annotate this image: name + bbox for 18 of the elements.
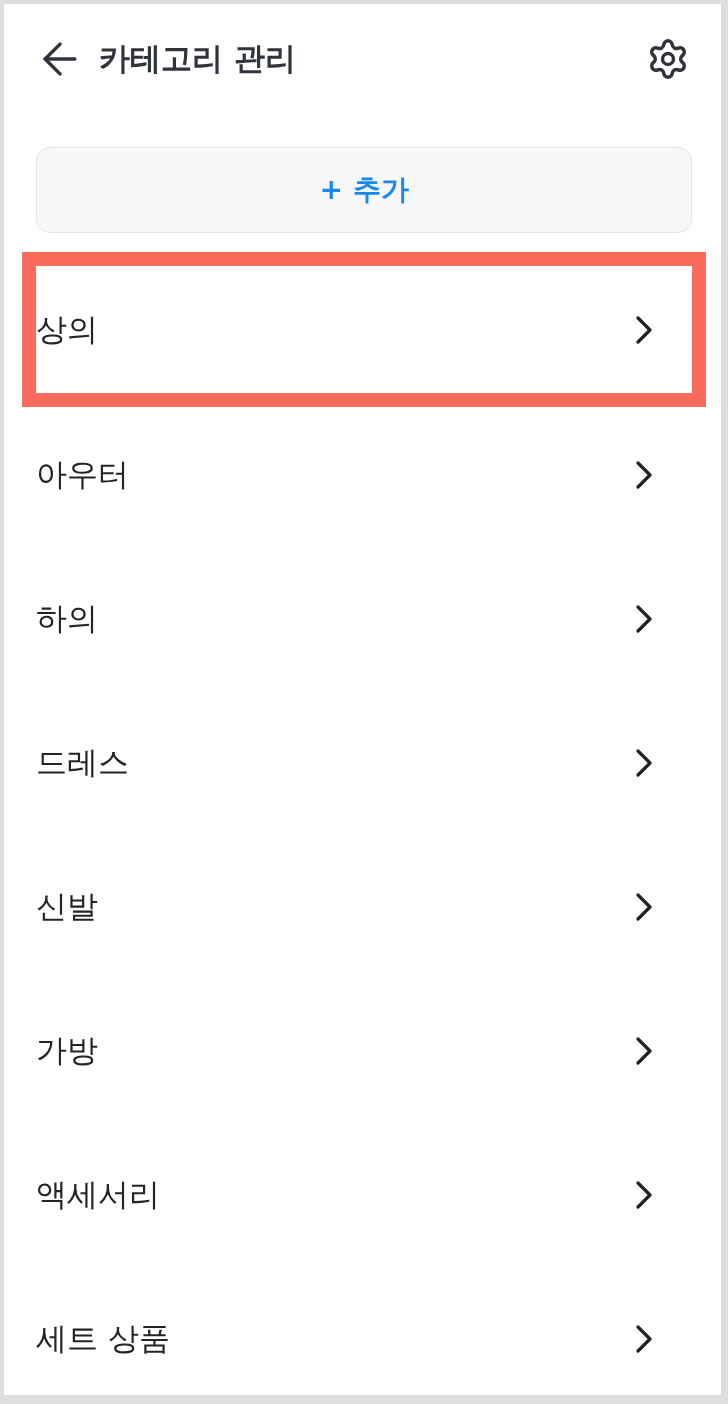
chevron-right-icon [636, 605, 652, 633]
chevron-right-icon [636, 461, 652, 489]
chevron-right-icon [636, 893, 652, 921]
chevron-right-icon [636, 749, 652, 777]
category-row[interactable]: 아우터 [36, 419, 692, 531]
settings-icon[interactable] [648, 39, 688, 80]
category-row[interactable]: 하의 [36, 563, 692, 675]
category-row[interactable]: 액세서리 [36, 1139, 692, 1251]
chevron-right-icon [636, 1325, 652, 1353]
category-row[interactable]: 드레스 [36, 707, 692, 819]
category-row[interactable]: 세트 상품 [36, 1283, 692, 1395]
category-row[interactable]: 가방 [36, 995, 692, 1107]
category-row[interactable]: 신발 [36, 851, 692, 963]
chevron-right-icon [636, 315, 652, 344]
chevron-right-icon [636, 1181, 652, 1209]
category-row[interactable]: 상의 [22, 252, 706, 407]
chevron-right-icon [636, 1037, 652, 1065]
page-title: 카테고리 관리 [99, 39, 297, 79]
